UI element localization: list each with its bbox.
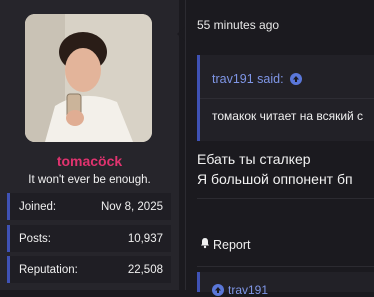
quote-author-link[interactable]: trav191 — [212, 283, 268, 297]
divider — [197, 198, 374, 199]
message-line: Я большой оппонент бп — [197, 171, 353, 187]
stat-label: Posts: — [19, 232, 51, 245]
post-message: Ебать ты сталкер Я большой оппонент бп — [197, 149, 353, 189]
quote-divider — [200, 98, 374, 99]
username[interactable]: tomacöck — [0, 153, 179, 169]
divider — [185, 0, 186, 290]
divider — [197, 266, 374, 267]
user-panel: tomacöck It won't ever be enough. Joined… — [0, 0, 179, 290]
report-label[interactable]: Report — [213, 238, 251, 252]
stat-reputation: Reputation: 22,508 — [7, 256, 171, 283]
bell-icon — [199, 237, 211, 252]
stat-value: 22,508 — [127, 263, 163, 276]
quote-block: trav191 — [197, 272, 374, 297]
stat-label: Joined: — [19, 200, 57, 213]
quote-author[interactable]: trav191 — [228, 283, 268, 297]
stat-joined: Joined: Nov 8, 2025 — [7, 193, 171, 220]
quote-text: томакок читает на всякий с — [212, 109, 364, 123]
avatar[interactable] — [25, 14, 152, 142]
arrow-up-circle-icon[interactable] — [212, 284, 224, 296]
stat-value: Nov 8, 2025 — [100, 200, 163, 213]
user-title: It won't ever be enough. — [28, 174, 151, 186]
quote-block: trav191 said: томакок читает на всякий с — [197, 55, 374, 141]
report-button[interactable]: Report — [199, 237, 251, 252]
quote-author-link[interactable]: trav191 said: — [212, 72, 302, 86]
message-line: Ебать ты сталкер — [197, 151, 311, 167]
quote-author[interactable]: trav191 said: — [212, 72, 284, 86]
stat-label: Reputation: — [19, 263, 78, 276]
post-timestamp[interactable]: 55 minutes ago — [197, 18, 279, 32]
stat-posts: Posts: 10,937 — [7, 225, 171, 252]
arrow-up-circle-icon[interactable] — [289, 73, 302, 85]
stat-value: 10,937 — [127, 232, 163, 245]
